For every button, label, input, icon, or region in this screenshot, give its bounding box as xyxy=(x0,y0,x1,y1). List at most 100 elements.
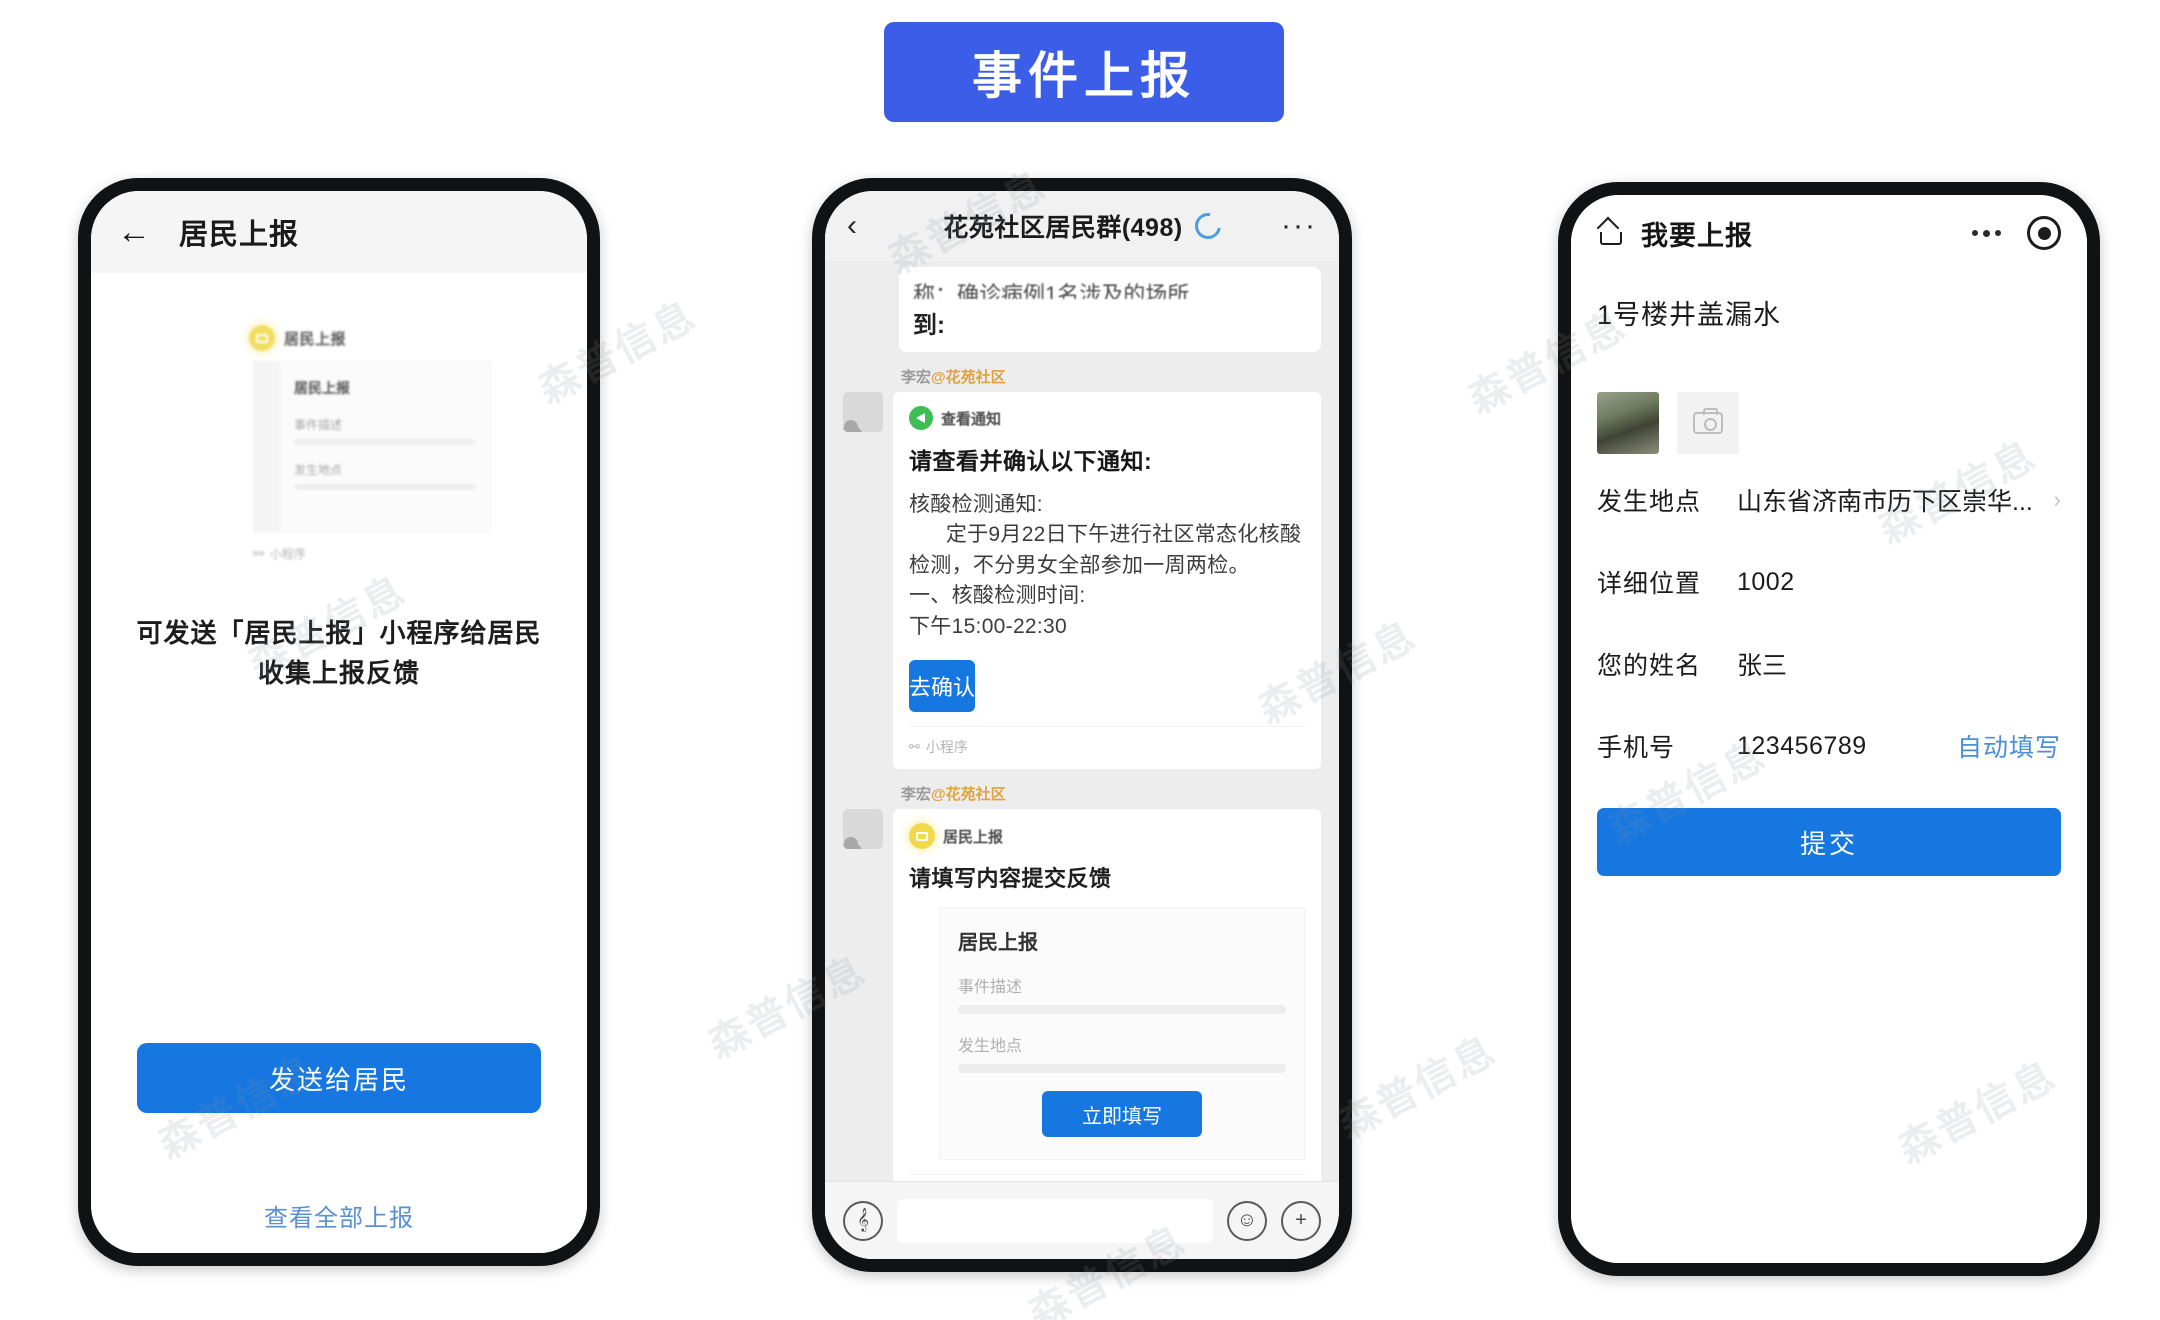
photo-upload-row xyxy=(1597,392,2061,454)
emoji-smile-icon[interactable]: ☺ xyxy=(1227,1200,1267,1241)
form-row-detail-address[interactable]: 详细位置 1002 xyxy=(1597,546,2061,618)
preview-card-title: 居民上报 xyxy=(294,380,350,396)
confirm-button[interactable]: 去确认 xyxy=(909,660,976,713)
sender-org: @花苑社区 xyxy=(931,369,1006,386)
phone2-screen: ‹ 花苑社区居民群(498) ··· 称：确诊病例1名涉及的场所 到: 李宏@花… xyxy=(825,191,1339,1259)
voice-icon[interactable]: 𝄞 xyxy=(843,1200,883,1241)
miniprogram-app-name: 居民上报 xyxy=(284,330,347,348)
preview-field2-input xyxy=(294,484,476,490)
miniprogram-avatar-icon xyxy=(249,325,275,351)
more-dots-icon[interactable] xyxy=(1959,216,2013,250)
send-to-residents-button[interactable]: 发送给居民 xyxy=(137,1043,541,1113)
miniprogram-form-preview: 居民上报 事件描述 发生地点 立即填写 xyxy=(939,907,1305,1161)
form-row-name[interactable]: 您的姓名 张三 xyxy=(1597,628,2061,700)
page-title: 事件上报 xyxy=(972,48,1196,104)
miniprogram-footer: ⚯ 小程序 xyxy=(909,1174,1305,1181)
avatar xyxy=(843,809,883,850)
watermark: 森普信息 xyxy=(1331,1027,1505,1148)
field-label: 手机号 xyxy=(1597,734,1676,762)
chat-message: 李宏@花苑社区 居民上报 请填写内容提交反馈 居民上报 事件描述 发生地点 立即… xyxy=(843,783,1321,1181)
form-row-phone[interactable]: 手机号 123456789 自动填写 xyxy=(1597,710,2061,782)
miniprogram-footer-label: 小程序 xyxy=(925,739,968,756)
miniprogram-preview-card[interactable]: 居民上报 居民上报 事件描述 发生地点 ⚯ 小程序 xyxy=(231,325,491,562)
field-label: 详细位置 xyxy=(1597,570,1702,598)
sender-org: @花苑社区 xyxy=(931,786,1006,804)
clipped-message-bubble[interactable]: 称：确诊病例1名涉及的场所 到: xyxy=(899,267,1321,352)
camera-icon xyxy=(1693,408,1723,434)
chat-message-list[interactable]: 称：确诊病例1名涉及的场所 到: 李宏@花苑社区 查看通知 请查看并确认以下通知… xyxy=(825,261,1339,1181)
preview-field2-label: 发生地点 xyxy=(294,463,343,477)
photo-thumbnail[interactable] xyxy=(1597,392,1659,454)
phone1-screen: ← 居民上报 居民上报 居民上报 事件描述 发生地点 ⚯ 小程序 可发送「居民上… xyxy=(91,191,587,1253)
field-value: 1002 xyxy=(1737,567,1795,596)
notice-card-tag: 查看通知 xyxy=(909,406,1305,430)
miniprogram-footer-label: 小程序 xyxy=(269,547,306,561)
submit-button[interactable]: 提交 xyxy=(1597,808,2061,876)
phone2-header: ‹ 花苑社区居民群(498) ··· xyxy=(825,191,1339,261)
add-photo-button[interactable] xyxy=(1677,392,1739,454)
chat-message: 李宏@花苑社区 查看通知 请查看并确认以下通知: 核酸检测通知: 定于9月22日… xyxy=(843,366,1321,770)
phone3-header: 我要上报 xyxy=(1571,195,2087,271)
message-sender: 李宏@花苑社区 xyxy=(901,783,1321,804)
screenshot-canvas: 森普信息 森普信息 森普信息 森普信息 森普信息 森普信息 森普信息 森普信息 … xyxy=(0,0,2160,1320)
field-label: 您的姓名 xyxy=(1597,652,1702,680)
more-dots-icon[interactable]: ··· xyxy=(1277,209,1317,243)
page-title-banner: 事件上报 xyxy=(884,22,1284,122)
chevron-left-icon[interactable]: ‹ xyxy=(847,209,887,243)
phone2-header-center: 花苑社区居民群(498) xyxy=(887,207,1277,245)
home-icon[interactable] xyxy=(1596,216,1625,246)
phone-mockup-3: 我要上报 1号楼井盖漏水 发生地点 山东省济南市历下区崇华... › 详细位置 … xyxy=(1558,182,2100,1276)
message-content-row: 查看通知 请查看并确认以下通知: 核酸检测通知: 定于9月22日下午进行社区常态… xyxy=(843,392,1321,770)
field-label: 发生地点 xyxy=(1597,488,1702,516)
miniprogram-badge-icon: ⚯ xyxy=(909,739,920,755)
miniprogram-footer: ⚯ 小程序 xyxy=(909,726,1305,757)
notice-body: 核酸检测通知: 定于9月22日下午进行社区常态化核酸检测，不分男女全部参加一周两… xyxy=(909,493,1302,638)
miniprogram-preview-body: 居民上报 事件描述 发生地点 xyxy=(279,361,491,533)
form-preview-field2-label: 发生地点 xyxy=(958,1038,1023,1056)
phone1-body: 居民上报 居民上报 事件描述 发生地点 ⚯ 小程序 可发送「居民上报」小程序给居… xyxy=(91,273,587,1253)
preview-field1-label: 事件描述 xyxy=(294,418,343,432)
notice-card[interactable]: 查看通知 请查看并确认以下通知: 核酸检测通知: 定于9月22日下午进行社区常态… xyxy=(893,392,1321,770)
clipped-text-visible: 到: xyxy=(913,312,945,339)
sender-name: 李宏 xyxy=(901,369,932,386)
avatar xyxy=(843,392,883,432)
fill-now-button[interactable]: 立即填写 xyxy=(1042,1091,1202,1138)
phone-mockup-2: ‹ 花苑社区居民群(498) ··· 称：确诊病例1名涉及的场所 到: 李宏@花… xyxy=(812,178,1352,1272)
field-value: 山东省济南市历下区崇华... xyxy=(1737,488,2033,516)
phone3-title: 我要上报 xyxy=(1641,220,1753,251)
plus-icon[interactable]: + xyxy=(1281,1200,1321,1241)
preview-field1-input xyxy=(294,439,476,445)
chat-input-bar: 𝄞 ☺ + xyxy=(825,1181,1339,1259)
field-value: 123456789 xyxy=(1737,731,1867,760)
miniprogram-preview-header: 居民上报 xyxy=(231,325,491,351)
miniprogram-badge-icon: ⚯ xyxy=(253,545,264,561)
miniprogram-card[interactable]: 居民上报 请填写内容提交反馈 居民上报 事件描述 发生地点 立即填写 xyxy=(893,809,1321,1181)
notice-heading: 请查看并确认以下通知: xyxy=(909,448,1153,474)
field-value: 张三 xyxy=(1737,652,1788,680)
form-preview-field1-label: 事件描述 xyxy=(958,979,1023,997)
form-preview-field2-input xyxy=(958,1064,1286,1074)
back-arrow-icon[interactable]: ← xyxy=(117,215,151,249)
message-sender: 李宏@花苑社区 xyxy=(901,366,1321,387)
phone-mockup-1: ← 居民上报 居民上报 居民上报 事件描述 发生地点 ⚯ 小程序 可发送「居民上… xyxy=(78,178,600,1266)
auto-fill-button[interactable]: 自动填写 xyxy=(1957,728,2061,764)
message-content-row: 居民上报 请填写内容提交反馈 居民上报 事件描述 发生地点 立即填写 xyxy=(843,809,1321,1181)
form-preview-field1-input xyxy=(958,1005,1286,1015)
chat-text-input[interactable] xyxy=(897,1198,1213,1243)
view-all-reports-link[interactable]: 查看全部上报 xyxy=(91,1198,587,1233)
capsule-close-icon[interactable] xyxy=(2027,216,2061,250)
chevron-right-icon: › xyxy=(2053,487,2061,512)
megaphone-icon xyxy=(909,406,933,430)
miniprogram-card-heading: 请填写内容提交反馈 xyxy=(909,866,1112,892)
phone3-body: 1号楼井盖漏水 发生地点 山东省济南市历下区崇华... › 详细位置 1002 xyxy=(1571,293,2087,1263)
sender-name: 李宏 xyxy=(901,786,932,804)
phone1-description: 可发送「居民上报」小程序给居民收集上报反馈 xyxy=(136,618,542,689)
form-preview-title: 居民上报 xyxy=(958,932,1038,955)
loading-ring-icon xyxy=(1189,207,1226,245)
phone1-header: ← 居民上报 xyxy=(91,191,587,273)
miniprogram-avatar-icon xyxy=(909,823,935,850)
event-title: 1号楼井盖漏水 xyxy=(1597,300,1782,330)
miniprogram-footer: ⚯ 小程序 xyxy=(231,545,491,562)
form-row-location[interactable]: 发生地点 山东省济南市历下区崇华... › xyxy=(1597,464,2061,536)
phone3-screen: 我要上报 1号楼井盖漏水 发生地点 山东省济南市历下区崇华... › 详细位置 … xyxy=(1571,195,2087,1263)
